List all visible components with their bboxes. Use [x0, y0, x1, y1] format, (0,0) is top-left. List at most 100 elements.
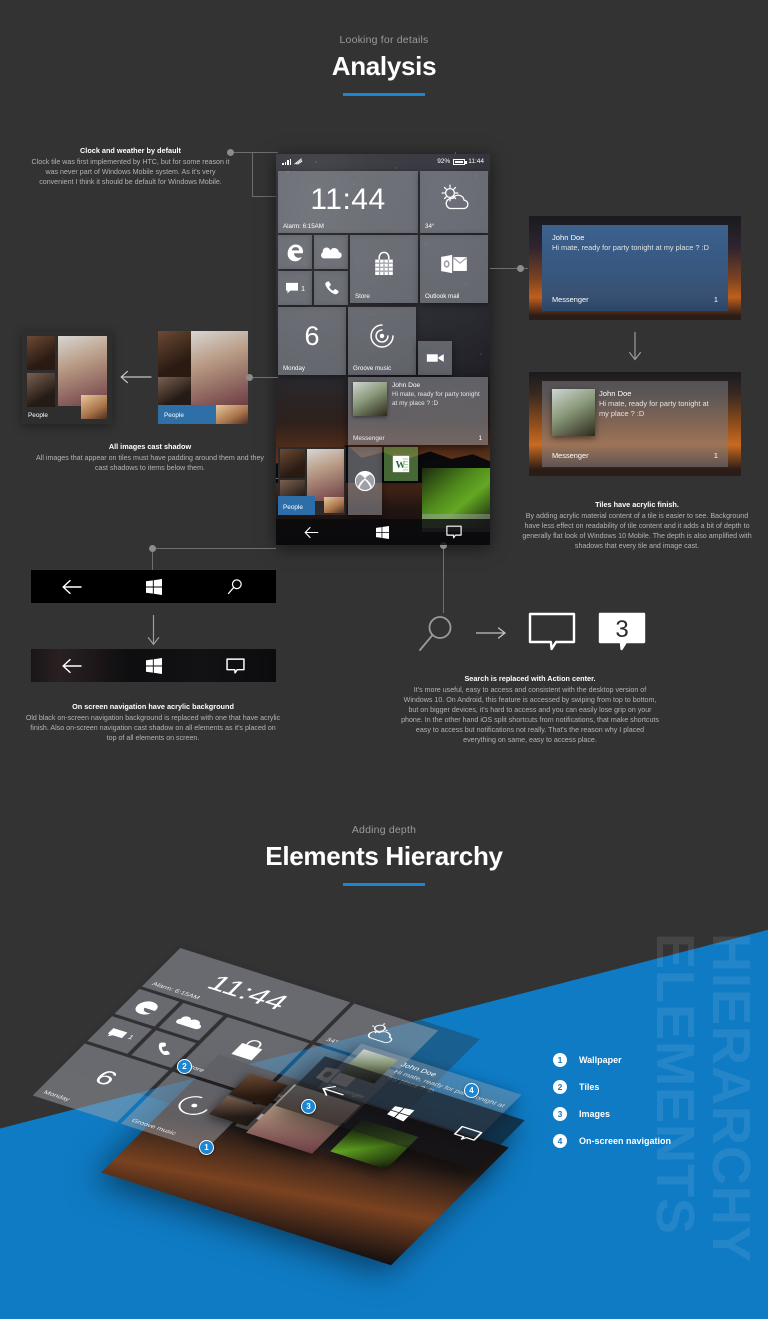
search-replacement-row: 3 [418, 612, 646, 654]
annotation-acrylic-title: Tiles have acrylic finish. [595, 500, 679, 509]
callout-badge-3[interactable]: 3 [301, 1099, 316, 1114]
people-left-photo-4 [81, 395, 107, 419]
tile-row-3: 6 Monday Groove music [276, 307, 490, 375]
tile-groove-music[interactable]: Groove music [348, 307, 416, 375]
tile-messaging[interactable]: 1 [278, 271, 312, 305]
tile-store[interactable]: Store [350, 235, 418, 303]
tile-onedrive[interactable] [314, 235, 348, 269]
people-left-photo-1 [27, 336, 55, 370]
messenger-app-name: Messenger [353, 435, 385, 442]
nav-old-search-button[interactable] [194, 578, 276, 595]
notification-card-before[interactable]: John Doe Hi mate, ready for party tonigh… [542, 225, 728, 311]
nav-new-home-button[interactable] [113, 657, 195, 674]
people-tile-left[interactable]: People [22, 331, 112, 424]
battery-icon [453, 158, 467, 165]
nav-back-button[interactable] [276, 526, 347, 539]
notification-before-sender: John Doe [552, 233, 585, 242]
tile-row-5: People W [276, 447, 490, 515]
nav-old-home-button[interactable] [113, 578, 195, 595]
status-right: 92% 11:44 [437, 158, 484, 165]
analysis-section-header: Looking for details Analysis [0, 34, 768, 96]
leader-line-search [443, 545, 444, 613]
tile-cluster-small: 1 [278, 235, 348, 305]
nav-old-back-button[interactable] [31, 579, 113, 595]
groove-tile-label: Groove music [353, 365, 392, 372]
nav-transition-arrow-icon [147, 615, 160, 646]
search-icon [227, 579, 242, 595]
tile-subrow-b: 1 [278, 271, 348, 305]
hierarchy-underline [343, 883, 425, 886]
notification-after-message: Hi mate, ready for party tonight at my p… [599, 399, 709, 419]
annotation-acrylic-body: By adding acrylic material content of a … [522, 512, 752, 551]
people-tile-label: People [283, 504, 303, 511]
tile-subrow-a [278, 235, 348, 269]
people-photo-1 [280, 449, 305, 478]
signal-bars-icon [282, 158, 291, 165]
tile-row-1: 11:44 Alarm: 6:15AM 34° [276, 171, 490, 233]
tile-row-4: John Doe Hi mate, ready for party tonigh… [276, 377, 490, 445]
notification-before-app: Messenger [552, 295, 589, 304]
edge-icon [278, 235, 312, 269]
tile-people[interactable]: People [278, 447, 346, 515]
leader-dot-nav [149, 545, 156, 552]
nav-strip-old[interactable] [31, 570, 276, 603]
outlook-tile-label: Outlook mail [425, 293, 460, 300]
callout-badge-2[interactable]: 2 [177, 1059, 192, 1074]
notification-before-wrap: John Doe Hi mate, ready for party tonigh… [529, 216, 741, 320]
phone-status-bar: 92% 11:44 [276, 154, 490, 169]
nav-new-action-center-button[interactable] [194, 657, 276, 674]
nav-home-button[interactable] [347, 525, 418, 539]
annotation-shadow-title: All images cast shadow [108, 442, 192, 451]
nav-strip-new[interactable] [31, 649, 276, 682]
messenger-count: 1 [478, 435, 482, 442]
legend-row-3: 3 Images [553, 1100, 671, 1127]
xbox-icon [348, 447, 382, 515]
legend-number-1: 1 [553, 1052, 567, 1067]
people-tile-right-label: People [164, 412, 184, 419]
arrow-right-icon [476, 627, 506, 639]
nav-new-back-button[interactable] [31, 658, 113, 674]
tile-messenger-live[interactable]: John Doe Hi mate, ready for party tonigh… [348, 377, 488, 445]
legend-row-2: 2 Tiles [553, 1073, 671, 1100]
nav-action-center-button[interactable] [419, 525, 490, 539]
watermark-hierarchy: HIERARCHY [701, 933, 761, 1264]
tile-camera-wrap [418, 307, 452, 375]
notification-card-after[interactable]: John Doe Hi mate, ready for party tonigh… [542, 381, 728, 467]
notification-after-text: John Doe Hi mate, ready for party tonigh… [599, 389, 718, 420]
action-center-badge-icon: 3 [598, 612, 646, 651]
layer-nav-home [361, 1097, 439, 1129]
tile-camera[interactable] [418, 341, 452, 375]
people-tile-left-label: People [28, 412, 48, 419]
people-photo-4 [324, 497, 344, 513]
phone-nav-bar[interactable] [276, 519, 490, 545]
tile-word[interactable]: W [384, 447, 418, 481]
callout-badge-1[interactable]: 1 [199, 1140, 214, 1155]
tile-weather[interactable]: 34° [420, 171, 488, 233]
people-tile-right[interactable]: People [158, 331, 248, 424]
legend-number-4: 4 [553, 1133, 567, 1148]
message-icon [285, 282, 298, 294]
tile-edge[interactable] [278, 235, 312, 269]
tile-outlook[interactable]: Outlook mail [420, 235, 488, 303]
hierarchy-section-header: Adding depth Elements Hierarchy [0, 824, 768, 886]
tile-clock[interactable]: 11:44 Alarm: 6:15AM [278, 171, 418, 233]
windows-logo-icon [387, 1106, 415, 1122]
tile-phone[interactable] [314, 271, 348, 305]
clock-tile-alarm: Alarm: 6:15AM [283, 223, 324, 230]
annotation-acrylic-tiles: Tiles have acrylic finish. By adding acr… [518, 500, 756, 551]
callout-badge-4[interactable]: 4 [464, 1083, 479, 1098]
transition-arrow-down-icon [629, 332, 641, 361]
infographic-page: Looking for details Analysis Clock and w… [0, 0, 768, 1319]
action-center-icon [453, 1125, 483, 1141]
tile-calendar[interactable]: 6 Monday [278, 307, 346, 375]
leader-dot-people [246, 374, 253, 381]
back-arrow-icon [322, 1086, 345, 1096]
status-left [282, 158, 303, 165]
messenger-avatar [353, 382, 387, 416]
back-arrow-icon [62, 579, 82, 594]
people-right-photo-2 [158, 377, 191, 405]
leader-line-nav-h [152, 548, 276, 549]
hierarchy-kicker: Adding depth [351, 824, 417, 836]
tile-xbox[interactable] [348, 447, 382, 515]
calendar-day-number: 6 [304, 321, 320, 351]
